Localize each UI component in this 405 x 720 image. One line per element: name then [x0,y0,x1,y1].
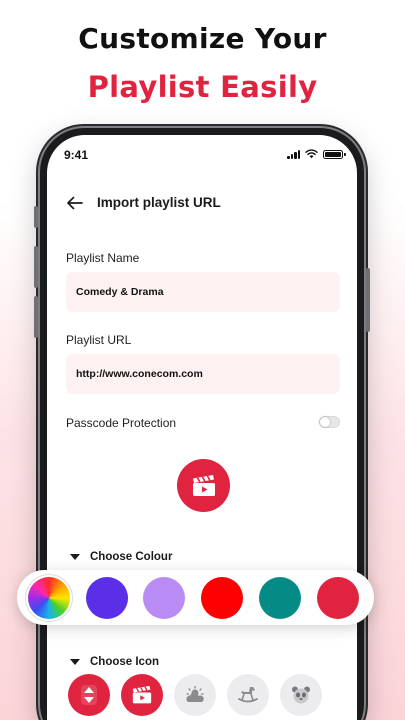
icon-option-clapperboard[interactable] [121,674,163,716]
cellular-signal-icon [287,149,300,159]
rocking-horse-icon [238,687,258,703]
playlist-icon-preview [177,459,230,512]
colour-picker-bar [17,570,374,625]
choose-icon-header[interactable]: Choose Icon [70,656,159,668]
colour-swatch-custom-wheel[interactable] [28,577,70,619]
colour-swatch-teal[interactable] [259,577,301,619]
passcode-toggle[interactable] [319,416,340,428]
phone-frame: 9:41 Import playlist URL Playlist Name C… [34,128,370,720]
page-title: Import playlist URL [97,195,221,210]
playlist-url-input[interactable]: http://www.conecom.com [66,354,340,394]
playlist-url-value: http://www.conecom.com [76,368,203,380]
icon-option-sort[interactable] [68,674,110,716]
passcode-protection-label: Passcode Protection [66,416,177,430]
clapperboard-icon [192,474,215,496]
icon-option-cloud-sun[interactable] [174,674,216,716]
caret-down-icon [70,554,80,560]
headline-line-1: Customize Your [78,22,327,55]
phone-volume-down [34,296,38,338]
playlist-name-input[interactable]: Comedy & Drama [66,272,340,312]
panda-icon [292,686,310,704]
cloud-sun-icon [186,685,204,702]
colour-swatch-crimson[interactable] [317,577,359,619]
colour-swatch-purple[interactable] [86,577,128,619]
caret-down-icon [70,659,80,665]
status-time: 9:41 [64,148,89,162]
sort-arrows-icon [81,685,97,705]
icon-option-rocking-horse[interactable] [227,674,269,716]
colour-swatch-red[interactable] [201,577,243,619]
playlist-name-label: Playlist Name [66,251,140,265]
choose-colour-header[interactable]: Choose Colour [70,551,172,563]
colour-swatch-lavender[interactable] [143,577,185,619]
icon-option-panda[interactable] [280,674,322,716]
playlist-url-label: Playlist URL [66,333,132,347]
choose-colour-label: Choose Colour [90,551,173,563]
headline-line-2: Playlist Easily [87,70,318,104]
status-icons [287,149,346,159]
phone-volume-up [34,246,38,288]
phone-power-button [366,268,370,332]
phone-mute-switch [34,206,38,228]
clapperboard-icon [132,685,152,704]
choose-icon-label: Choose Icon [90,656,160,668]
playlist-name-value: Comedy & Drama [76,286,164,298]
app-screen: 9:41 Import playlist URL Playlist Name C… [47,135,357,720]
wifi-icon [305,149,318,159]
back-arrow-icon[interactable] [65,193,85,213]
battery-icon [323,149,346,159]
